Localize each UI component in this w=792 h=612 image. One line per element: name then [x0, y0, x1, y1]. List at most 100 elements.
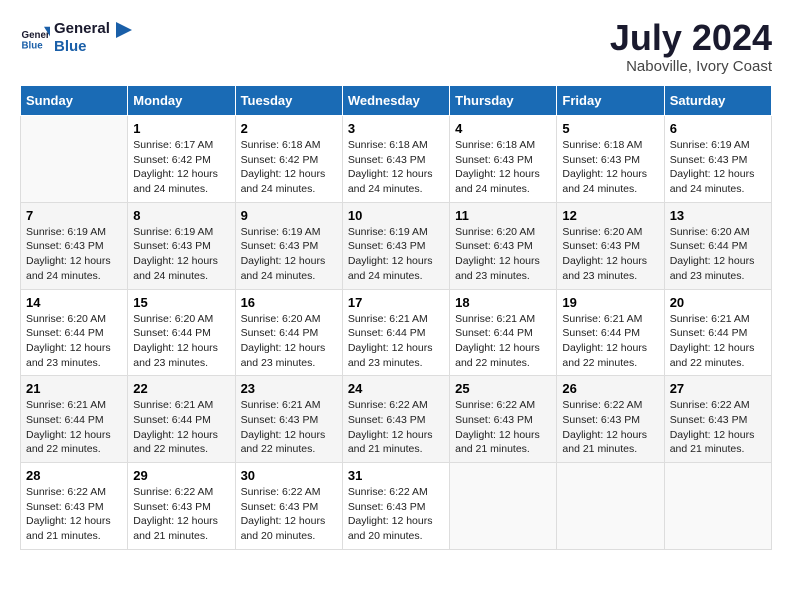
- day-number: 28: [26, 468, 122, 483]
- day-info: Sunrise: 6:20 AM Sunset: 6:43 PM Dayligh…: [562, 225, 658, 284]
- day-number: 20: [670, 295, 766, 310]
- calendar-cell: 1 Sunrise: 6:17 AM Sunset: 6:42 PM Dayli…: [128, 116, 235, 203]
- calendar-week-row: 7 Sunrise: 6:19 AM Sunset: 6:43 PM Dayli…: [21, 202, 772, 289]
- calendar-body: 1 Sunrise: 6:17 AM Sunset: 6:42 PM Dayli…: [21, 116, 772, 550]
- day-number: 4: [455, 121, 551, 136]
- calendar-cell: 25 Sunrise: 6:22 AM Sunset: 6:43 PM Dayl…: [450, 376, 557, 463]
- calendar-cell: 22 Sunrise: 6:21 AM Sunset: 6:44 PM Dayl…: [128, 376, 235, 463]
- day-info: Sunrise: 6:21 AM Sunset: 6:44 PM Dayligh…: [26, 398, 122, 457]
- day-number: 12: [562, 208, 658, 223]
- day-info: Sunrise: 6:21 AM Sunset: 6:44 PM Dayligh…: [455, 312, 551, 371]
- day-number: 5: [562, 121, 658, 136]
- day-info: Sunrise: 6:20 AM Sunset: 6:44 PM Dayligh…: [241, 312, 337, 371]
- header-day: Friday: [557, 86, 664, 116]
- day-info: Sunrise: 6:19 AM Sunset: 6:43 PM Dayligh…: [348, 225, 444, 284]
- calendar-cell: 18 Sunrise: 6:21 AM Sunset: 6:44 PM Dayl…: [450, 289, 557, 376]
- calendar-cell: 10 Sunrise: 6:19 AM Sunset: 6:43 PM Dayl…: [342, 202, 449, 289]
- day-info: Sunrise: 6:19 AM Sunset: 6:43 PM Dayligh…: [241, 225, 337, 284]
- day-number: 19: [562, 295, 658, 310]
- header-day: Monday: [128, 86, 235, 116]
- day-number: 10: [348, 208, 444, 223]
- header-day: Sunday: [21, 86, 128, 116]
- day-info: Sunrise: 6:22 AM Sunset: 6:43 PM Dayligh…: [26, 485, 122, 544]
- calendar-cell: 30 Sunrise: 6:22 AM Sunset: 6:43 PM Dayl…: [235, 463, 342, 550]
- day-info: Sunrise: 6:21 AM Sunset: 6:44 PM Dayligh…: [562, 312, 658, 371]
- day-info: Sunrise: 6:17 AM Sunset: 6:42 PM Dayligh…: [133, 138, 229, 197]
- logo-general: General: [54, 20, 110, 38]
- day-number: 16: [241, 295, 337, 310]
- calendar-cell: 19 Sunrise: 6:21 AM Sunset: 6:44 PM Dayl…: [557, 289, 664, 376]
- header-day: Wednesday: [342, 86, 449, 116]
- day-info: Sunrise: 6:22 AM Sunset: 6:43 PM Dayligh…: [133, 485, 229, 544]
- svg-text:General: General: [22, 30, 51, 41]
- calendar-week-row: 1 Sunrise: 6:17 AM Sunset: 6:42 PM Dayli…: [21, 116, 772, 203]
- calendar-cell: 8 Sunrise: 6:19 AM Sunset: 6:43 PM Dayli…: [128, 202, 235, 289]
- day-info: Sunrise: 6:22 AM Sunset: 6:43 PM Dayligh…: [241, 485, 337, 544]
- calendar-cell: 31 Sunrise: 6:22 AM Sunset: 6:43 PM Dayl…: [342, 463, 449, 550]
- day-number: 27: [670, 381, 766, 396]
- day-info: Sunrise: 6:18 AM Sunset: 6:42 PM Dayligh…: [241, 138, 337, 197]
- day-number: 1: [133, 121, 229, 136]
- calendar-cell: 28 Sunrise: 6:22 AM Sunset: 6:43 PM Dayl…: [21, 463, 128, 550]
- day-number: 7: [26, 208, 122, 223]
- day-number: 30: [241, 468, 337, 483]
- calendar-cell: 13 Sunrise: 6:20 AM Sunset: 6:44 PM Dayl…: [664, 202, 771, 289]
- calendar-cell: 26 Sunrise: 6:22 AM Sunset: 6:43 PM Dayl…: [557, 376, 664, 463]
- calendar-table: SundayMondayTuesdayWednesdayThursdayFrid…: [20, 85, 772, 550]
- day-number: 25: [455, 381, 551, 396]
- calendar-cell: 20 Sunrise: 6:21 AM Sunset: 6:44 PM Dayl…: [664, 289, 771, 376]
- header-day: Saturday: [664, 86, 771, 116]
- day-info: Sunrise: 6:21 AM Sunset: 6:44 PM Dayligh…: [670, 312, 766, 371]
- day-info: Sunrise: 6:18 AM Sunset: 6:43 PM Dayligh…: [562, 138, 658, 197]
- day-info: Sunrise: 6:19 AM Sunset: 6:43 PM Dayligh…: [670, 138, 766, 197]
- day-number: 22: [133, 381, 229, 396]
- calendar-cell: [664, 463, 771, 550]
- month-title: July 2024: [610, 20, 772, 56]
- day-info: Sunrise: 6:22 AM Sunset: 6:43 PM Dayligh…: [348, 485, 444, 544]
- calendar-cell: 23 Sunrise: 6:21 AM Sunset: 6:43 PM Dayl…: [235, 376, 342, 463]
- logo-icon: General Blue: [20, 23, 50, 53]
- day-number: 13: [670, 208, 766, 223]
- day-info: Sunrise: 6:22 AM Sunset: 6:43 PM Dayligh…: [562, 398, 658, 457]
- calendar-cell: 29 Sunrise: 6:22 AM Sunset: 6:43 PM Dayl…: [128, 463, 235, 550]
- calendar-cell: 21 Sunrise: 6:21 AM Sunset: 6:44 PM Dayl…: [21, 376, 128, 463]
- header-day: Thursday: [450, 86, 557, 116]
- calendar-cell: [557, 463, 664, 550]
- header: General Blue General Blue July 2024 Nabo…: [20, 20, 772, 75]
- header-day: Tuesday: [235, 86, 342, 116]
- calendar-cell: 16 Sunrise: 6:20 AM Sunset: 6:44 PM Dayl…: [235, 289, 342, 376]
- day-number: 3: [348, 121, 444, 136]
- calendar-header: SundayMondayTuesdayWednesdayThursdayFrid…: [21, 86, 772, 116]
- day-info: Sunrise: 6:22 AM Sunset: 6:43 PM Dayligh…: [455, 398, 551, 457]
- day-number: 21: [26, 381, 122, 396]
- calendar-cell: [450, 463, 557, 550]
- location-title: Naboville, Ivory Coast: [610, 58, 772, 75]
- day-number: 26: [562, 381, 658, 396]
- day-info: Sunrise: 6:22 AM Sunset: 6:43 PM Dayligh…: [348, 398, 444, 457]
- day-number: 24: [348, 381, 444, 396]
- calendar-cell: 5 Sunrise: 6:18 AM Sunset: 6:43 PM Dayli…: [557, 116, 664, 203]
- calendar-cell: 15 Sunrise: 6:20 AM Sunset: 6:44 PM Dayl…: [128, 289, 235, 376]
- day-info: Sunrise: 6:20 AM Sunset: 6:44 PM Dayligh…: [133, 312, 229, 371]
- day-info: Sunrise: 6:20 AM Sunset: 6:44 PM Dayligh…: [26, 312, 122, 371]
- calendar-week-row: 21 Sunrise: 6:21 AM Sunset: 6:44 PM Dayl…: [21, 376, 772, 463]
- day-number: 15: [133, 295, 229, 310]
- calendar-week-row: 14 Sunrise: 6:20 AM Sunset: 6:44 PM Dayl…: [21, 289, 772, 376]
- day-info: Sunrise: 6:19 AM Sunset: 6:43 PM Dayligh…: [133, 225, 229, 284]
- day-info: Sunrise: 6:20 AM Sunset: 6:43 PM Dayligh…: [455, 225, 551, 284]
- day-number: 18: [455, 295, 551, 310]
- calendar-cell: [21, 116, 128, 203]
- day-number: 14: [26, 295, 122, 310]
- day-info: Sunrise: 6:20 AM Sunset: 6:44 PM Dayligh…: [670, 225, 766, 284]
- calendar-cell: 6 Sunrise: 6:19 AM Sunset: 6:43 PM Dayli…: [664, 116, 771, 203]
- calendar-cell: 9 Sunrise: 6:19 AM Sunset: 6:43 PM Dayli…: [235, 202, 342, 289]
- logo-flag-icon: [114, 20, 134, 56]
- day-info: Sunrise: 6:21 AM Sunset: 6:43 PM Dayligh…: [241, 398, 337, 457]
- calendar-cell: 4 Sunrise: 6:18 AM Sunset: 6:43 PM Dayli…: [450, 116, 557, 203]
- logo: General Blue General Blue: [20, 20, 134, 56]
- svg-text:Blue: Blue: [22, 41, 44, 52]
- day-number: 9: [241, 208, 337, 223]
- calendar-week-row: 28 Sunrise: 6:22 AM Sunset: 6:43 PM Dayl…: [21, 463, 772, 550]
- day-info: Sunrise: 6:21 AM Sunset: 6:44 PM Dayligh…: [133, 398, 229, 457]
- day-info: Sunrise: 6:21 AM Sunset: 6:44 PM Dayligh…: [348, 312, 444, 371]
